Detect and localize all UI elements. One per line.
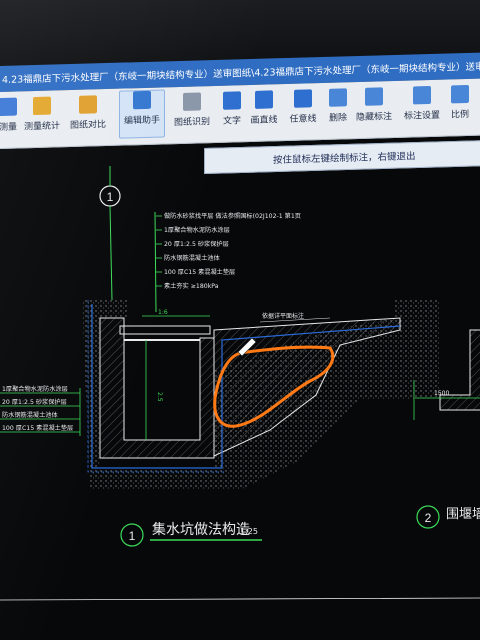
- callout-label: 20 厚1:2.5 砂浆保护层: [2, 398, 67, 406]
- slope-label: 依据详平面标注: [262, 312, 304, 320]
- drawing-border: [0, 597, 480, 601]
- section-marker-top: 1: [99, 166, 121, 301]
- callout-label: 1厚聚合物水泥防水涂层: [2, 385, 68, 393]
- dimension-label: 1:6: [158, 309, 168, 316]
- dimension-label: 2.5: [156, 392, 163, 402]
- spec-line: 素土夯实 ≥180kPa: [164, 282, 219, 290]
- section-title: 集水坑做法构造: [152, 521, 250, 538]
- section-scale: 1:25: [240, 527, 258, 536]
- section-title-1: 1 集水坑做法构造 1:25: [120, 521, 262, 547]
- spec-line: 做防水砂浆找平层 做法参照国标(02J102-1 第1页: [164, 212, 301, 220]
- section-number: 2: [425, 511, 432, 525]
- spec-line: 1厚聚合物水泥防水涂层: [164, 226, 230, 234]
- section-title-2: 2 围堰墙: [416, 505, 480, 529]
- spec-line: 100 厚C15 素混凝土垫层: [164, 268, 235, 276]
- section-title: 围堰墙: [446, 507, 480, 522]
- left-callouts: 1厚聚合物水泥防水涂层 20 厚1:2.5 砂浆保护层 防水钢筋混凝土池体 10…: [0, 385, 81, 436]
- callout-label: 防水钢筋混凝土池体: [2, 411, 58, 419]
- spec-annotation-block: 做防水砂浆找平层 做法参照国标(02J102-1 第1页 1厚聚合物水泥防水涂层…: [154, 211, 301, 313]
- callout-label: 100 厚C15 素混凝土垫层: [2, 424, 73, 432]
- marker-number: 1: [107, 190, 114, 204]
- sump-pit-section: 1:6 2.5 依据详平面标注: [82, 300, 440, 490]
- spec-line: 防水钢筋混凝土池体: [164, 254, 220, 262]
- spec-line: 20 厚1:2.5 砂浆保护层: [164, 240, 229, 248]
- cad-drawing-canvas[interactable]: 1 做防水砂浆找平层 做法参照国标(02J102-1 第1页 1厚聚合物水泥防水…: [0, 0, 480, 640]
- dimension-label: 1500: [434, 390, 449, 397]
- section-number: 1: [129, 529, 136, 543]
